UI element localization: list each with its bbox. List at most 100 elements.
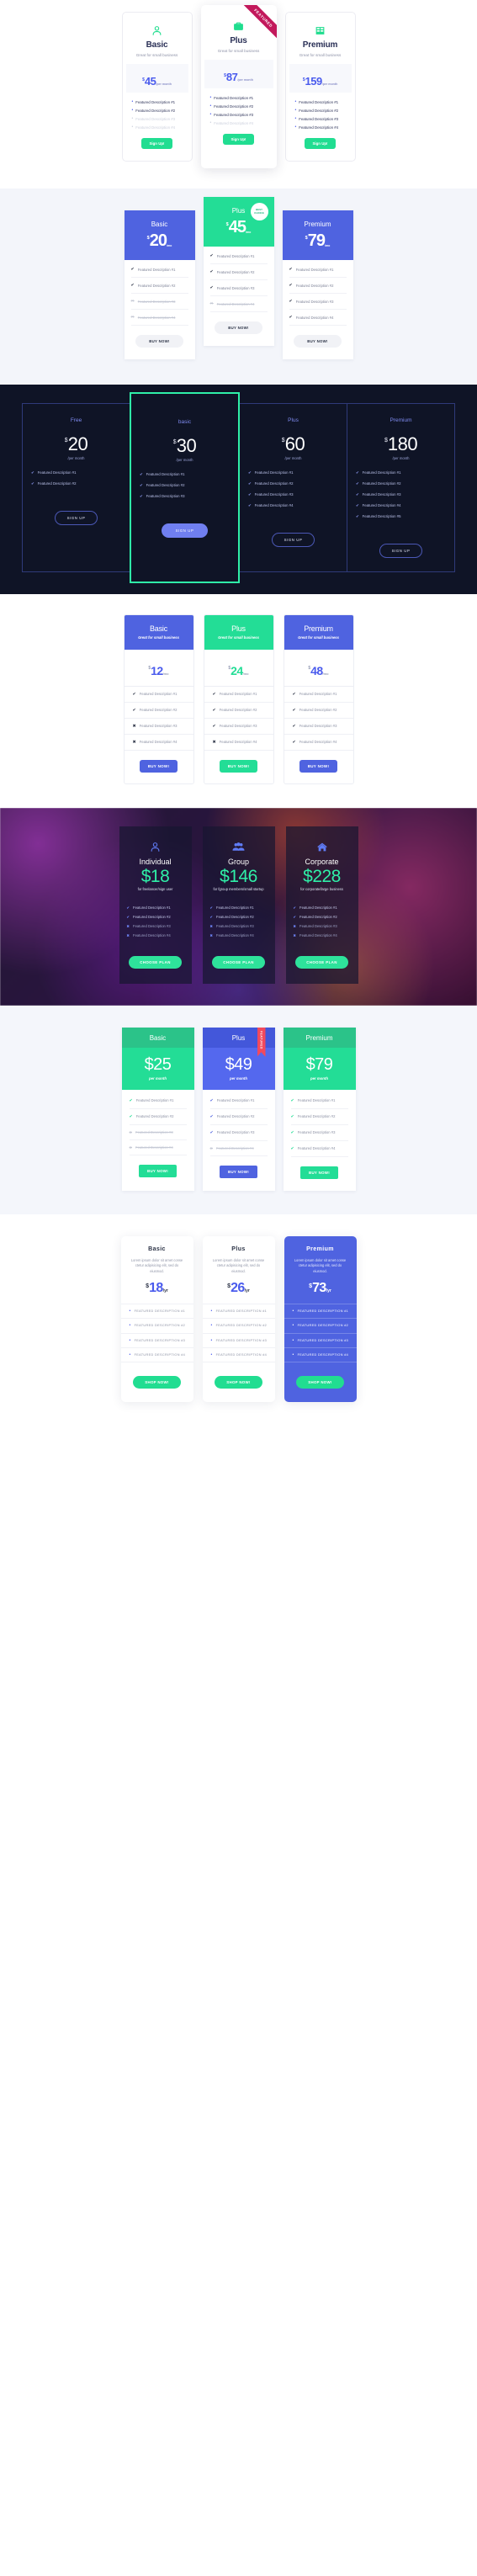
feature-label: FEATURED DESCRIPTION #2 bbox=[134, 1324, 186, 1328]
pricing-card-basic[interactable]: Basic Great for small business $ 12 /mo … bbox=[123, 613, 194, 784]
buy-now-button[interactable]: BUY NOW! bbox=[299, 1166, 338, 1179]
pricing-card-basic[interactable]: Basic $25 per month ✔ Featured Descriptio… bbox=[121, 1027, 194, 1191]
feature-label: Featured Description #3 bbox=[135, 117, 176, 121]
price: $ 87 /per month bbox=[224, 72, 253, 82]
buy-now-button[interactable]: BUY NOW! bbox=[139, 759, 178, 773]
card-header: BEST CHOICE Plus $ 45 /mo bbox=[203, 197, 274, 247]
plan-name: Premium bbox=[304, 624, 333, 633]
feature-item: ✔ Featured Description #3 bbox=[289, 294, 347, 310]
sign-up-button[interactable]: Sign Up! bbox=[305, 138, 336, 149]
feature-label: Featured Description #1 bbox=[297, 1098, 336, 1103]
bullet-icon: • bbox=[292, 1337, 294, 1343]
check-icon: ✔ bbox=[126, 905, 130, 910]
price-period: per month bbox=[310, 1076, 328, 1081]
feature-item-disabled: ✖ Featured Description #4 bbox=[129, 1140, 187, 1155]
feature-item: • FEATURED DESCRIPTION #1 bbox=[202, 1304, 275, 1318]
sign-up-button[interactable]: Sign Up! bbox=[223, 134, 254, 145]
bullet-icon: • bbox=[294, 99, 297, 104]
check-icon: ✔ bbox=[130, 283, 135, 288]
sign-up-button[interactable]: SIGN UP bbox=[161, 523, 209, 538]
check-icon: ✔ bbox=[31, 470, 34, 475]
plan-name: Plus bbox=[230, 36, 247, 45]
price-box: $ 24 /mo bbox=[204, 650, 273, 687]
check-icon: ✔ bbox=[132, 707, 136, 713]
buy-now-button[interactable]: BUY NOW! bbox=[135, 335, 183, 348]
feature-label: Featured Description #4 bbox=[299, 125, 339, 130]
pricing-card-plus[interactable]: Plus Great for small business $ 24 /mo ✔… bbox=[203, 613, 274, 784]
feature-label: Featured Description #2 bbox=[139, 707, 178, 712]
buy-now-button[interactable]: BUY NOW! bbox=[215, 321, 262, 334]
pricing-card-plus[interactable]: Plus Lorem ipsum dolor sit amet conse ct… bbox=[202, 1235, 275, 1403]
buy-now-button[interactable]: BUY NOW! bbox=[138, 1164, 177, 1177]
pricing-card-corporate[interactable]: Corporate $228 for corporate/large busin… bbox=[285, 826, 358, 984]
feature-label: Featured Description #2 bbox=[146, 482, 185, 487]
pricing-card-premium[interactable]: Premium Great for small business $ 48 /m… bbox=[283, 613, 354, 784]
pricing-card-plus[interactable]: BEST CHOICE Plus $ 45 /mo ✔ Featured Descr… bbox=[203, 197, 274, 346]
feature-label: Featured Description #2 bbox=[299, 109, 339, 113]
pricing-column-basic-highlighted[interactable]: basic $ 30 /per month ✔ Featured Descript… bbox=[130, 392, 240, 583]
pricing-card-plus[interactable]: FEATURED Plus Great for small business $… bbox=[200, 5, 277, 168]
pricing-card-group[interactable]: Group $146 for fgroup members/small star… bbox=[202, 826, 275, 984]
buy-now-button[interactable]: BUY NOW! bbox=[219, 759, 258, 773]
buy-now-button[interactable]: BUY NOW! bbox=[294, 335, 342, 348]
feature-label: Featured Description #1 bbox=[219, 691, 257, 696]
pricing-card-premium-highlighted[interactable]: Premium Lorem ipsum dolor sit amet conse… bbox=[284, 1235, 357, 1403]
pricing-card-basic[interactable]: Basic Great for small business $ 45 /per… bbox=[121, 12, 193, 162]
shop-now-button[interactable]: SHOP NOW! bbox=[133, 1376, 181, 1389]
sign-up-button[interactable]: SIGN UP bbox=[271, 532, 315, 547]
pricing-card-basic[interactable]: Basic Lorem ipsum dolor sit amet conse c… bbox=[120, 1235, 193, 1403]
feature-label: FEATURED DESCRIPTION #4 bbox=[297, 1352, 349, 1357]
pricing-column-plus[interactable]: Plus $ 60 /per month ✔ Featured Descripti… bbox=[240, 404, 347, 571]
price-block: $25 per month bbox=[121, 1047, 194, 1090]
plan-description: Lorem ipsum dolor sit amet conse ctetur … bbox=[212, 1257, 265, 1273]
choose-plan-button[interactable]: CHOOSE PLAN bbox=[295, 955, 348, 969]
feature-label: Featured Description #4 bbox=[133, 932, 171, 937]
feature-item: ✔ Featured Description #3 bbox=[290, 1125, 348, 1141]
feature-label: Featured Description #3 bbox=[133, 923, 171, 928]
price-block: $79 per month bbox=[283, 1047, 356, 1090]
buy-now-button[interactable]: BUY NOW! bbox=[299, 759, 338, 773]
feature-item: ✔ Featured Description #2 bbox=[204, 703, 273, 719]
price-period: /mo bbox=[242, 671, 249, 676]
plan-tagline: Great for small business bbox=[218, 635, 259, 640]
plan-name: Premium bbox=[390, 417, 412, 423]
choose-plan-button[interactable]: CHOOSE PLAN bbox=[212, 955, 265, 969]
sign-up-button[interactable]: SIGN UP bbox=[379, 543, 423, 558]
plan-name: Corporate bbox=[305, 857, 339, 866]
pricing-card-premium[interactable]: Premium $79 per month ✔ Featured Descript… bbox=[283, 1027, 356, 1191]
sign-up-button[interactable]: SIGN UP bbox=[54, 510, 98, 525]
feature-item: ✔ Featured Description #3 bbox=[284, 719, 353, 735]
price: $146 bbox=[220, 866, 257, 886]
feature-label: Featured Description #3 bbox=[219, 723, 257, 728]
sign-up-button[interactable]: Sign Up! bbox=[141, 138, 172, 149]
price-amount: 60 bbox=[284, 433, 305, 454]
choose-plan-button[interactable]: CHOOSE PLAN bbox=[129, 955, 182, 969]
feature-label: FEATURED DESCRIPTION #1 bbox=[297, 1309, 349, 1314]
plan-name: Premium bbox=[283, 1027, 356, 1048]
pricing-card-basic[interactable]: Basic $ 20 /mo ✔ Featured Description #1 … bbox=[124, 210, 195, 359]
check-icon: ✔ bbox=[209, 905, 214, 910]
pricing-card-premium[interactable]: Premium $ 79 /mo ✔ Featured Description #… bbox=[282, 210, 353, 359]
user-icon bbox=[125, 840, 187, 854]
feature-label: Featured Description #2 bbox=[297, 1114, 336, 1119]
check-icon: ✔ bbox=[248, 481, 252, 486]
shop-now-button[interactable]: SHOP NOW! bbox=[296, 1376, 344, 1389]
pricing-card-plus[interactable]: FEATURED Plus $49 per month ✔ Featured De… bbox=[202, 1027, 275, 1191]
pricing-column-free[interactable]: Free $ 20 /per month ✔ Featured Descripti… bbox=[23, 404, 130, 571]
buy-now-button[interactable]: BUY NOW! bbox=[219, 1165, 257, 1178]
check-icon: ✔ bbox=[212, 691, 216, 697]
feature-list: ✔ Featured Description #1 ✔ Featured Descr… bbox=[204, 247, 274, 312]
pricing-card-premium[interactable]: Premium Great for small business $ 159 /… bbox=[284, 12, 356, 162]
plan-name: basic bbox=[178, 419, 192, 425]
shop-now-button[interactable]: SHOP NOW! bbox=[215, 1376, 262, 1389]
feature-label: Featured Description #1 bbox=[362, 470, 401, 475]
check-icon: ✔ bbox=[248, 502, 252, 507]
pricing-card-individual[interactable]: Individual $18 for freelancer/sign user … bbox=[119, 826, 192, 984]
plan-description: Lorem ipsum dolor sit amet conse ctetur … bbox=[294, 1257, 347, 1273]
grid-icon bbox=[289, 23, 352, 38]
feature-item: • Featured Description #1 bbox=[132, 100, 183, 105]
card-header: Basic $25 per month bbox=[121, 1027, 194, 1090]
pricing-section-7: Basic Lorem ipsum dolor sit amet conse c… bbox=[0, 1214, 477, 1428]
pricing-column-premium[interactable]: Premium $ 180 /per month ✔ Featured Descr… bbox=[347, 404, 454, 571]
feature-label: Featured Description #3 bbox=[295, 299, 334, 304]
